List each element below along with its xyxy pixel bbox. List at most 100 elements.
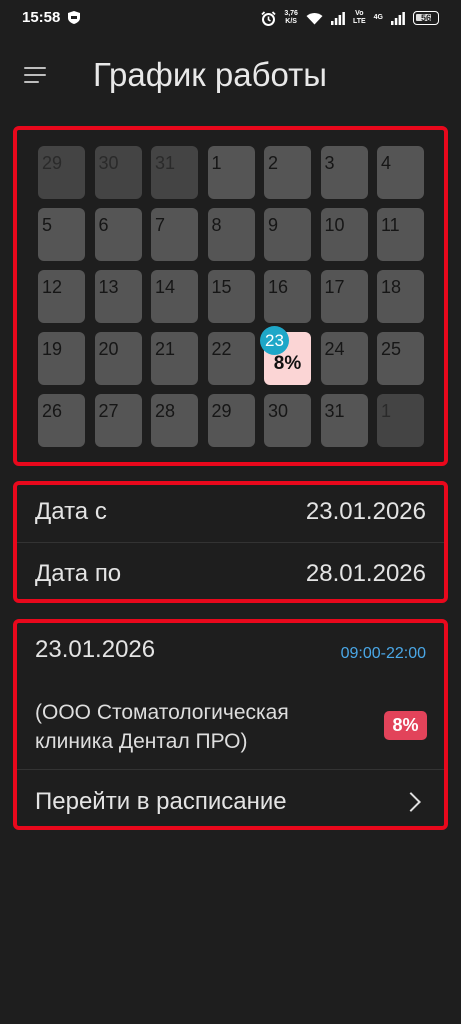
calendar-day[interactable]: 14 <box>151 270 198 323</box>
shield-icon <box>68 11 80 24</box>
calendar-day-selected[interactable]: 23 8% <box>260 326 311 385</box>
calendar-day-number: 11 <box>381 215 400 235</box>
calendar-day[interactable]: 22 <box>207 332 255 385</box>
calendar-day-number: 9 <box>268 215 279 235</box>
calendar-day[interactable]: 28 <box>151 394 198 447</box>
calendar-day[interactable]: 26 <box>38 394 85 447</box>
calendar-day[interactable]: 12 <box>38 270 85 323</box>
calendar-day[interactable]: 20 <box>94 332 142 385</box>
status-time: 15:58 <box>22 9 61 26</box>
calendar-day-number: 5 <box>42 215 53 235</box>
calendar-day[interactable]: 31 <box>151 146 198 199</box>
calendar-day-number: 25 <box>381 339 402 359</box>
divider <box>17 542 444 543</box>
calendar-day-number: 16 <box>268 277 289 297</box>
calendar-day-percent: 8% <box>273 353 302 374</box>
date-to-label: Дата по <box>35 560 122 587</box>
status-icons: 3,76 K/S Vo LTE 4G 56 <box>261 8 439 28</box>
signal-icon <box>330 11 345 25</box>
calendar-day-number: 1 <box>211 153 222 173</box>
calendar-day-number: 4 <box>381 153 392 173</box>
calendar-day-number: 2 <box>268 153 279 173</box>
calendar-day[interactable]: 10 <box>320 208 368 261</box>
go-to-schedule-label: Перейти в расписание <box>35 788 287 815</box>
status-bar: 15:58 3,76 K/S Vo LTE 4G 56 <box>0 0 461 36</box>
calendar-day-number: 8 <box>211 215 222 235</box>
calendar-day[interactable]: 2 <box>264 146 311 199</box>
calendar-day[interactable]: 21 <box>151 332 198 385</box>
menu-icon[interactable] <box>24 66 48 86</box>
wifi-icon <box>306 12 323 24</box>
date-to-row[interactable]: Дата по 28.01.2026 <box>35 554 426 594</box>
date-from-value: 23.01.2026 <box>305 498 426 525</box>
calendar-day-number: 10 <box>324 215 345 235</box>
calendar-day[interactable]: 18 <box>377 270 424 323</box>
shift-date: 23.01.2026 <box>35 636 156 663</box>
calendar-day-number: 3 <box>324 153 335 173</box>
calendar-day[interactable]: 24 <box>320 332 368 385</box>
calendar-day-number: 28 <box>155 401 176 421</box>
calendar-day[interactable]: 29 <box>207 394 255 447</box>
shift-percent-badge: 8% <box>384 711 427 740</box>
calendar-day-number: 20 <box>98 339 119 359</box>
network-type: 4G <box>373 14 383 21</box>
calendar-day-number: 17 <box>324 277 345 297</box>
calendar-day[interactable]: 1 <box>377 394 424 447</box>
calendar-day-number: 24 <box>324 339 345 359</box>
calendar-day[interactable]: 7 <box>151 208 198 261</box>
calendar-day[interactable]: 3 <box>320 146 368 199</box>
calendar-day-number: 14 <box>155 277 176 297</box>
calendar-day-number: 27 <box>98 401 119 421</box>
calendar-day[interactable]: 13 <box>94 270 142 323</box>
calendar-day-number-badge: 23 <box>260 326 289 355</box>
calendar-day-number: 13 <box>98 277 119 297</box>
calendar-day-number: 26 <box>42 401 63 421</box>
calendar-day[interactable]: 27 <box>94 394 142 447</box>
calendar-day[interactable]: 29 <box>38 146 85 199</box>
calendar-day-number: 29 <box>211 401 232 421</box>
shift-organization: (ООО Стоматологическая клиника Дентал ПР… <box>35 701 289 753</box>
calendar-day-number: 31 <box>324 401 345 421</box>
battery-icon: 56 <box>413 11 439 25</box>
calendar-day-number: 12 <box>42 277 63 297</box>
calendar-day-number: 1 <box>381 401 392 421</box>
page-title: График работы <box>93 56 327 93</box>
calendar-day[interactable]: 30 <box>94 146 142 199</box>
calendar-day[interactable]: 30 <box>264 394 311 447</box>
calendar-day[interactable]: 11 <box>377 208 424 261</box>
calendar-day[interactable]: 8 <box>207 208 255 261</box>
calendar-day-number: 6 <box>98 215 109 235</box>
calendar-day[interactable]: 5 <box>38 208 85 261</box>
signal-icon-2 <box>391 11 405 25</box>
alarm-icon <box>261 10 276 26</box>
date-to-value: 28.01.2026 <box>305 560 426 587</box>
calendar-day-number: 18 <box>381 277 402 297</box>
calendar-day-number: 30 <box>98 153 119 173</box>
calendar-day[interactable]: 4 <box>377 146 424 199</box>
calendar-day[interactable]: 17 <box>320 270 368 323</box>
date-from-row[interactable]: Дата с 23.01.2026 <box>35 492 426 532</box>
divider <box>17 769 444 770</box>
date-from-label: Дата с <box>35 498 107 525</box>
calendar-day[interactable]: 15 <box>207 270 255 323</box>
network-speed: 3,76 K/S <box>284 10 298 25</box>
go-to-schedule-button[interactable]: Перейти в расписание <box>35 782 426 822</box>
calendar-day[interactable]: 9 <box>264 208 311 261</box>
calendar-day[interactable]: 16 <box>264 270 311 323</box>
calendar-day[interactable]: 31 <box>320 394 368 447</box>
calendar-day-number: 15 <box>211 277 232 297</box>
calendar-day-number: 22 <box>211 339 232 359</box>
calendar-day-number: 19 <box>42 339 63 359</box>
calendar-day-number: 31 <box>155 153 176 173</box>
volte-indicator: Vo LTE <box>352 10 366 25</box>
calendar-day-number: 7 <box>155 215 166 235</box>
calendar-day[interactable]: 19 <box>38 332 85 385</box>
shift-time: 09:00-22:00 <box>340 645 426 662</box>
calendar-day[interactable]: 25 <box>377 332 424 385</box>
calendar-day-number: 29 <box>42 153 63 173</box>
calendar-day[interactable]: 1 <box>207 146 255 199</box>
battery-level: 56 <box>420 13 431 23</box>
calendar-day-number: 30 <box>268 401 289 421</box>
calendar-day[interactable]: 6 <box>94 208 142 261</box>
chevron-right-icon <box>401 792 421 812</box>
